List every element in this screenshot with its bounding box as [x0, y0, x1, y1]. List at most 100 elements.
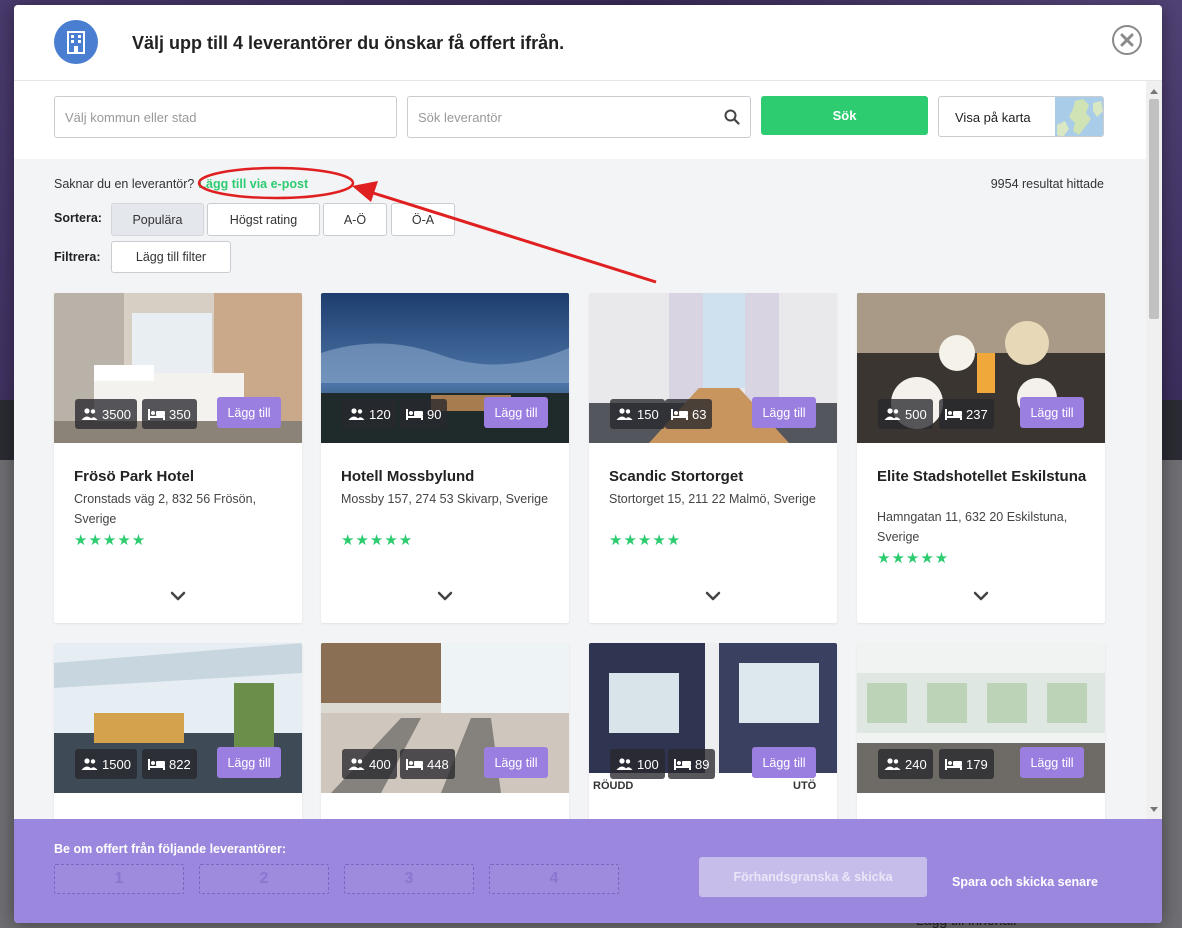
modal-header: Välj upp till 4 leverantörer du önskar f… — [14, 5, 1162, 81]
bed-count: 63 — [692, 406, 707, 422]
bed-capacity: 448 — [400, 749, 455, 779]
rating-stars: ★★★★★ — [341, 532, 414, 549]
add-supplier-button[interactable]: Lägg till — [484, 397, 548, 428]
bed-capacity: 90 — [400, 399, 448, 429]
bed-count: 350 — [169, 406, 191, 422]
add-filter-button[interactable]: Lägg till filter — [111, 241, 231, 273]
chevron-down-icon[interactable] — [973, 591, 989, 601]
supplier-slot-1: 1 — [54, 864, 184, 894]
scroll-down-arrow[interactable] — [1150, 807, 1158, 812]
bed-capacity: 822 — [142, 749, 197, 779]
bed-count: 448 — [427, 756, 449, 772]
rating-stars: ★★★★★ — [74, 532, 147, 549]
users-icon — [884, 408, 901, 420]
map-thumbnail — [1055, 97, 1103, 136]
hotel-address: Mossby 157, 274 53 Skivarp, Sverige — [341, 492, 549, 506]
scroll-up-arrow[interactable] — [1150, 89, 1158, 94]
modal-title: Välj upp till 4 leverantörer du önskar f… — [132, 33, 565, 53]
guest-capacity: 150 — [610, 399, 665, 429]
supplier-card[interactable]: RÖUDD UTÖ 100 89 Lägg till — [589, 643, 837, 819]
bed-count: 179 — [966, 756, 988, 772]
bed-capacity: 89 — [668, 749, 716, 779]
guest-count: 500 — [905, 406, 927, 422]
bed-count: 90 — [427, 406, 442, 422]
bed-icon — [674, 759, 691, 770]
scroll-thumb[interactable] — [1149, 99, 1159, 319]
guest-capacity: 500 — [878, 399, 933, 429]
hotel-address: Stortorget 15, 211 22 Malmö, Sverige — [609, 492, 816, 506]
scrollbar[interactable] — [1146, 81, 1162, 819]
search-button[interactable]: Sök — [761, 96, 928, 135]
preview-and-send-button[interactable]: Förhandsgranska & skicka — [699, 857, 927, 897]
municipality-input[interactable] — [54, 96, 397, 138]
rating-stars: ★★★★★ — [609, 532, 682, 549]
results-count: 9954 resultat hittade — [990, 177, 1104, 191]
show-on-map-button[interactable]: Visa på karta — [938, 96, 1104, 137]
guest-capacity: 400 — [342, 749, 397, 779]
guest-count: 100 — [637, 756, 659, 772]
supplier-card[interactable]: 400 448 Lägg till — [321, 643, 569, 819]
save-and-send-later-button[interactable]: Spara och skicka senare — [952, 875, 1098, 889]
guest-count: 240 — [905, 756, 927, 772]
sort-z-a[interactable]: Ö-A — [391, 203, 455, 236]
hotel-name: Scandic Stortorget — [609, 468, 744, 485]
close-button[interactable] — [1112, 25, 1142, 55]
bed-icon — [148, 409, 165, 420]
users-icon — [81, 758, 98, 770]
supplier-slot-4: 4 — [489, 864, 619, 894]
guest-capacity: 3500 — [75, 399, 137, 429]
add-via-email-link[interactable]: Lägg till via e-post — [198, 177, 308, 191]
supplier-modal: Välj upp till 4 leverantörer du önskar f… — [14, 5, 1162, 923]
supplier-card[interactable]: 240 179 Lägg till — [857, 643, 1105, 819]
users-icon — [616, 408, 633, 420]
image-caption-left: RÖUDD — [593, 779, 633, 792]
supplier-slot-3: 3 — [344, 864, 474, 894]
supplier-card[interactable]: 120 90 Lägg till Hotell Mossbylund Mossb… — [321, 293, 569, 623]
add-supplier-button[interactable]: Lägg till — [752, 397, 816, 428]
bed-icon — [406, 409, 423, 420]
users-icon — [348, 408, 365, 420]
bed-count: 89 — [695, 756, 710, 772]
image-caption-right: UTÖ — [793, 779, 817, 792]
bed-icon — [671, 409, 688, 420]
sort-top-rated[interactable]: Högst rating — [207, 203, 320, 236]
add-supplier-button[interactable]: Lägg till — [1020, 747, 1084, 778]
guest-capacity: 240 — [878, 749, 933, 779]
guest-capacity: 1500 — [75, 749, 137, 779]
supplier-card[interactable]: 3500 350 Lägg till Frösö Park Hotel Cron… — [54, 293, 302, 623]
chevron-down-icon[interactable] — [437, 591, 453, 601]
quote-footer-title: Be om offert från följande leverantörer: — [54, 842, 286, 856]
supplier-card[interactable]: 150 63 Lägg till Scandic Stortorget Stor… — [589, 293, 837, 623]
add-supplier-button[interactable]: Lägg till — [217, 397, 281, 428]
chevron-down-icon[interactable] — [705, 591, 721, 601]
supplier-card[interactable]: 1500 822 Lägg till — [54, 643, 302, 819]
supplier-card[interactable]: 500 237 Lägg till Elite Stadshotellet Es… — [857, 293, 1105, 623]
sort-popular[interactable]: Populära — [111, 203, 204, 236]
rating-stars: ★★★★★ — [877, 550, 950, 567]
bed-capacity: 350 — [142, 399, 197, 429]
chevron-down-icon[interactable] — [170, 591, 186, 601]
hotel-address: Hamngatan 11, 632 20 Eskilstuna, Sverige — [877, 510, 1068, 544]
bed-icon — [406, 759, 423, 770]
building-icon — [54, 20, 98, 64]
users-icon — [884, 758, 901, 770]
hotel-name: Elite Stadshotellet Eskilstuna — [877, 468, 1087, 485]
search-bar: Sök Visa på karta — [14, 81, 1146, 159]
bed-count: 822 — [169, 756, 191, 772]
guest-count: 120 — [369, 406, 391, 422]
bed-count: 237 — [966, 406, 988, 422]
add-supplier-button[interactable]: Lägg till — [217, 747, 281, 778]
supplier-search-input[interactable] — [407, 96, 751, 138]
bed-capacity: 179 — [939, 749, 994, 779]
supplier-slot-2: 2 — [199, 864, 329, 894]
missing-supplier-text: Saknar du en leverantör? — [54, 177, 195, 191]
guest-count: 150 — [637, 406, 659, 422]
bed-icon — [945, 409, 962, 420]
sort-a-z[interactable]: A-Ö — [323, 203, 387, 236]
add-supplier-button[interactable]: Lägg till — [484, 747, 548, 778]
quote-footer: Be om offert från följande leverantörer:… — [14, 819, 1162, 923]
add-supplier-button[interactable]: Lägg till — [1020, 397, 1084, 428]
add-supplier-button[interactable]: Lägg till — [752, 747, 816, 778]
guest-capacity: 120 — [342, 399, 397, 429]
search-icon[interactable] — [724, 109, 740, 125]
